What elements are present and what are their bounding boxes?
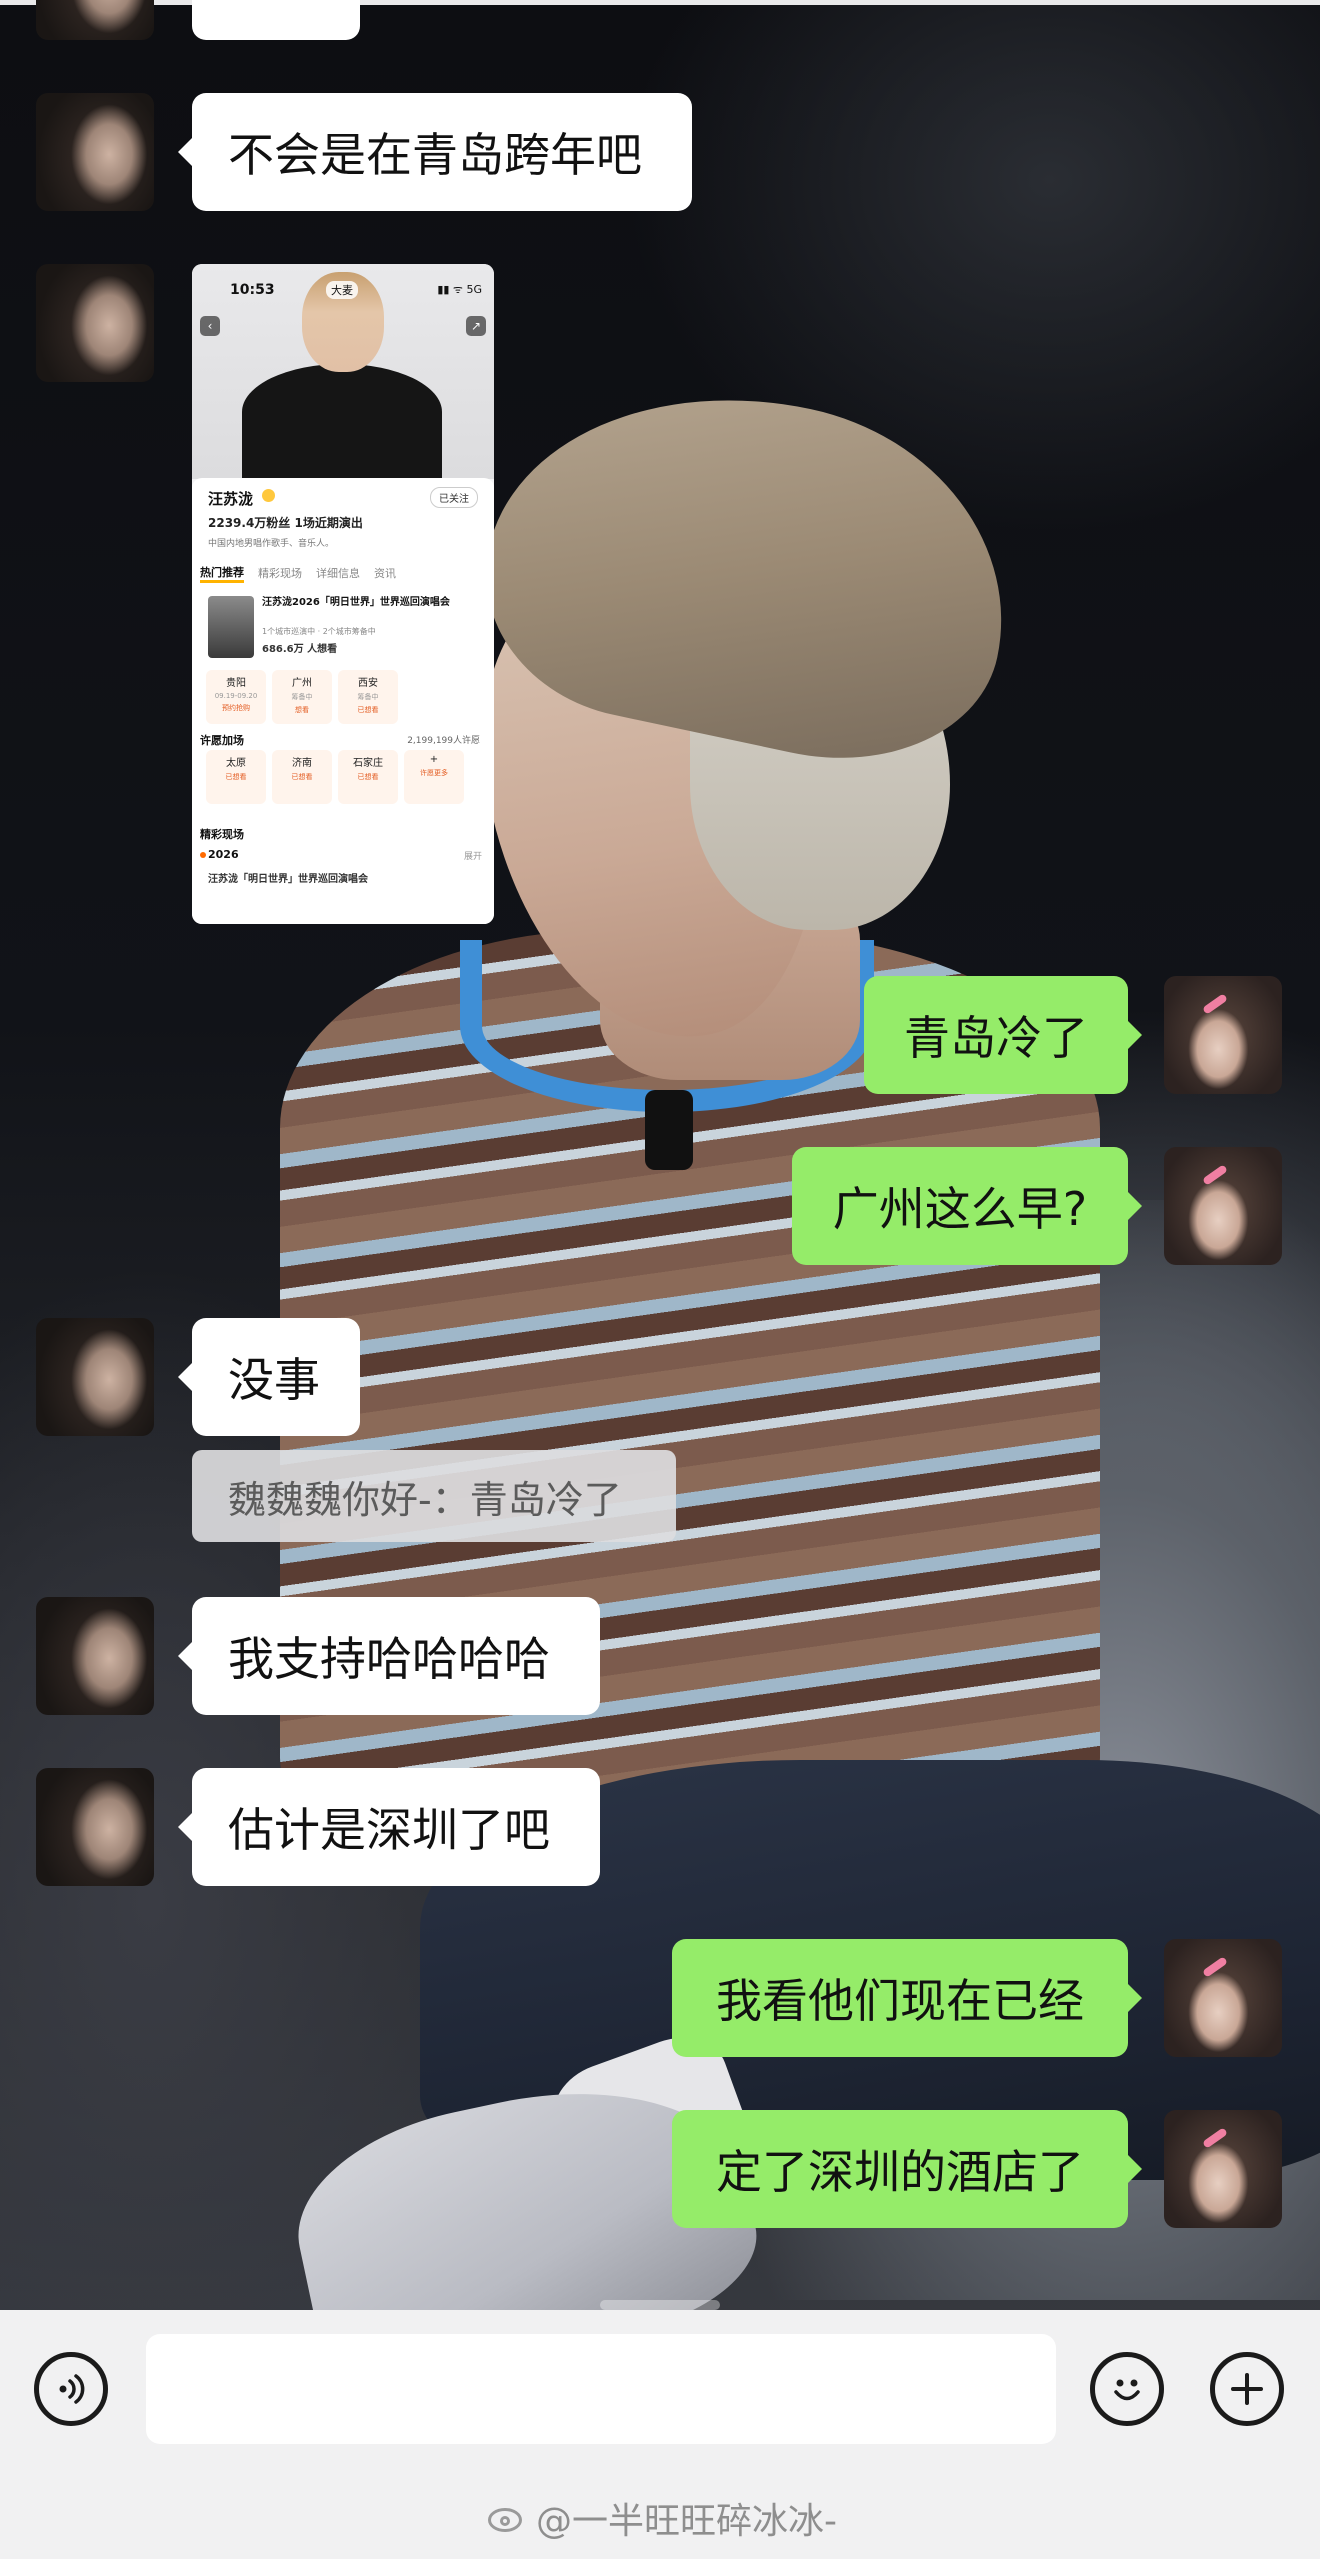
watermark: @一半旺旺碎冰冰- bbox=[488, 2490, 837, 2546]
follow-status: 已关注 bbox=[430, 487, 478, 508]
friend-avatar[interactable] bbox=[36, 1768, 154, 1886]
message-bubble[interactable] bbox=[192, 0, 360, 40]
quote-text: 魏魏魏你好-：青岛冷了 bbox=[228, 1477, 622, 1522]
friend-avatar[interactable] bbox=[36, 264, 154, 382]
status-icons: ▮▮ ᯤ 5G bbox=[437, 283, 482, 296]
artist-tabs: 热门推荐 精彩现场 详细信息 资讯 bbox=[200, 560, 486, 586]
event-subtitle: 1个城市巡演中 · 2个城市筹备中 bbox=[262, 627, 376, 636]
verified-icon bbox=[262, 489, 275, 502]
city-card: 西安 筹备中 已想看 bbox=[338, 670, 398, 724]
message-text: 估计是深圳了吧 bbox=[228, 1803, 550, 1857]
message-bubble[interactable]: 青岛冷了 bbox=[864, 976, 1142, 1094]
message-bubble[interactable]: 不会是在青岛跨年吧 bbox=[178, 93, 692, 211]
voice-icon bbox=[59, 2374, 85, 2404]
message-bubble[interactable]: 我看他们现在已经 bbox=[672, 1939, 1142, 2057]
artist-description: 中国内地男唱作歌手、音乐人。 bbox=[208, 539, 335, 549]
my-avatar[interactable] bbox=[1164, 1147, 1282, 1265]
status-time: 10:53 bbox=[230, 282, 275, 298]
fans-count: 2239.4万粉丝 1场近期演出 bbox=[208, 516, 363, 530]
message-bubble[interactable]: 广州这么早? bbox=[792, 1147, 1142, 1265]
app-logo: 大麦 bbox=[326, 281, 358, 299]
year-label: 2026 bbox=[208, 848, 239, 861]
emoji-button[interactable] bbox=[1090, 2352, 1164, 2426]
my-avatar[interactable] bbox=[1164, 976, 1282, 1094]
friend-avatar[interactable] bbox=[36, 0, 154, 40]
city-card: + 许愿更多 bbox=[404, 750, 464, 804]
friend-avatar[interactable] bbox=[36, 1597, 154, 1715]
wish-count: 2,199,199人许愿 bbox=[407, 736, 480, 746]
message-text: 青岛冷了 bbox=[904, 1011, 1088, 1065]
tab-details: 详细信息 bbox=[316, 567, 360, 580]
message-text: 没事 bbox=[228, 1353, 320, 1407]
artist-name: 汪苏泷 bbox=[208, 490, 254, 508]
my-avatar[interactable] bbox=[1164, 1939, 1282, 2057]
message-bubble[interactable]: 估计是深圳了吧 bbox=[178, 1768, 600, 1886]
live-clip-title: 汪苏泷「明日世界」世界巡回演唱会 bbox=[208, 874, 368, 885]
city-card: 石家庄 已想看 bbox=[338, 750, 398, 804]
my-avatar[interactable] bbox=[1164, 2110, 1282, 2228]
wish-section-title: 许愿加场 bbox=[200, 734, 244, 747]
city-card: 贵阳 09.19-09.20 预约抢购 bbox=[206, 670, 266, 724]
tab-live: 精彩现场 bbox=[258, 567, 302, 580]
watermark-text: @一半旺旺碎冰冰- bbox=[536, 2501, 837, 2542]
tab-news: 资讯 bbox=[374, 567, 396, 580]
message-text: 我支持哈哈哈哈 bbox=[228, 1632, 550, 1686]
share-icon: ↗ bbox=[466, 316, 486, 336]
city-card: 太原 已想看 bbox=[206, 750, 266, 804]
city-card: 济南 已想看 bbox=[272, 750, 332, 804]
friend-avatar[interactable] bbox=[36, 1318, 154, 1436]
tab-hot: 热门推荐 bbox=[200, 564, 244, 583]
drag-handle[interactable] bbox=[600, 2300, 720, 2310]
artist-info-panel: 汪苏泷 已关注 2239.4万粉丝 1场近期演出 中国内地男唱作歌手、音乐人。 … bbox=[192, 478, 494, 924]
weibo-icon bbox=[488, 2502, 528, 2534]
live-section-title: 精彩现场 bbox=[200, 828, 244, 841]
message-text: 不会是在青岛跨年吧 bbox=[228, 128, 642, 182]
message-text: 广州这么早? bbox=[832, 1182, 1088, 1236]
message-text: 我看他们现在已经 bbox=[716, 1974, 1084, 2028]
message-text: 定了深圳的酒店了 bbox=[716, 2145, 1084, 2199]
message-bubble[interactable]: 我支持哈哈哈哈 bbox=[178, 1597, 600, 1715]
plus-icon bbox=[1231, 2373, 1263, 2405]
friend-avatar[interactable] bbox=[36, 93, 154, 211]
year-dot bbox=[200, 852, 206, 858]
tour-cities: 贵阳 09.19-09.20 预约抢购 广州 筹备中 想看 西安 筹备中 已想看 bbox=[206, 670, 398, 724]
wish-cities: 太原 已想看 济南 已想看 石家庄 已想看 + 许愿更多 bbox=[206, 750, 464, 804]
emoji-icon bbox=[1114, 2379, 1140, 2401]
message-bubble[interactable]: 定了深圳的酒店了 bbox=[672, 2110, 1142, 2228]
plus-button[interactable] bbox=[1210, 2352, 1284, 2426]
event-poster bbox=[208, 596, 254, 658]
city-card: 广州 筹备中 想看 bbox=[272, 670, 332, 724]
message-input[interactable] bbox=[146, 2334, 1056, 2444]
voice-button[interactable] bbox=[34, 2352, 108, 2426]
back-icon: ‹ bbox=[200, 316, 220, 336]
expand-link: 展开 bbox=[463, 852, 482, 862]
quoted-message[interactable]: 魏魏魏你好-：青岛冷了 bbox=[192, 1450, 676, 1542]
event-title: 汪苏泷2026「明日世界」世界巡回演唱会 bbox=[262, 597, 450, 608]
message-bubble[interactable]: 没事 bbox=[178, 1318, 360, 1436]
event-want-count: 686.6万 人想看 bbox=[262, 644, 338, 655]
shared-image-message[interactable]: 10:53 大麦 ▮▮ ᯤ 5G ‹ ↗ 汪苏泷 已关注 2239.4万粉丝 1… bbox=[192, 264, 494, 924]
